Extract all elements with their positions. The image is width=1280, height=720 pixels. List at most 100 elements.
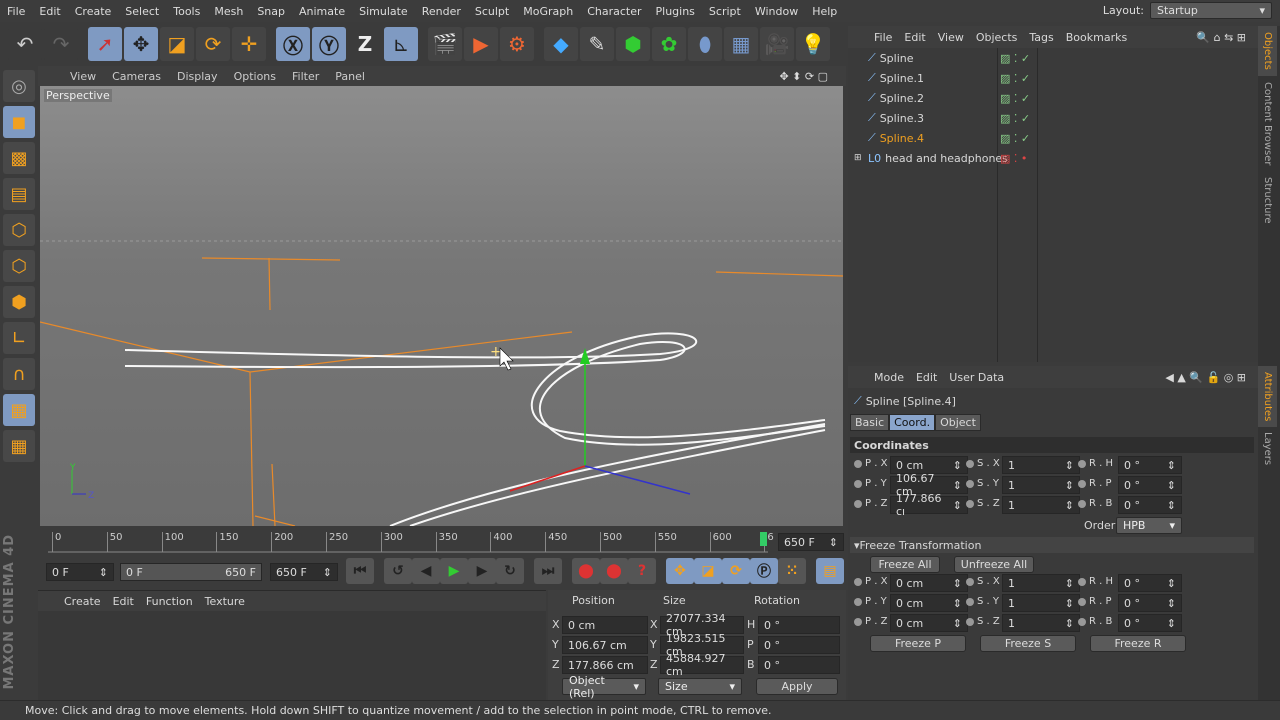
auto-key-icon[interactable]: ⬤ <box>600 558 628 584</box>
viewport-nav-icons[interactable]: ✥ ⬍ ⟳ ▢ <box>771 70 836 83</box>
attr-value-field[interactable]: 1 ⇕ <box>1002 496 1080 514</box>
attr-toolbar-icons[interactable]: ◀ ▲ 🔍 🔓 ◎ ⊞ <box>1159 371 1252 384</box>
snap-magnet-icon[interactable]: ∩ <box>3 358 35 390</box>
expand-icon[interactable]: ⊞ <box>854 153 862 163</box>
timeline-playhead[interactable] <box>760 532 767 546</box>
next-key-icon[interactable]: ↻ <box>496 558 524 584</box>
material-menu-texture[interactable]: Texture <box>199 595 251 608</box>
key-scale-icon[interactable]: ◪ <box>694 558 722 584</box>
animate-dot-icon[interactable] <box>966 459 974 468</box>
redo-icon[interactable]: ↷ <box>44 27 78 61</box>
render-picture-viewer-icon[interactable]: ▶ <box>464 27 498 61</box>
attr-value-field[interactable]: 0 ° ⇕ <box>1118 614 1182 632</box>
attr-value-field[interactable]: 0 ° ⇕ <box>1118 456 1182 474</box>
current-frame-field[interactable]: 0 F ⇕ <box>46 563 114 581</box>
key-pla-icon[interactable]: ⁙ <box>778 558 806 584</box>
freeze-section[interactable]: ▾ Freeze Transformation <box>850 537 1254 553</box>
freeze-s-button[interactable]: Freeze S <box>980 635 1076 652</box>
object-row[interactable]: ⟋ Spline.3 ▨ ⁚ ✓ <box>848 108 1258 128</box>
move-icon[interactable]: ✥ <box>124 27 158 61</box>
animate-dot-icon[interactable] <box>1078 479 1086 488</box>
animate-dot-icon[interactable] <box>966 617 974 626</box>
menu-mograph[interactable]: MoGraph <box>516 5 580 18</box>
points-mode-icon[interactable]: ⬡ <box>3 214 35 246</box>
animate-dot-icon[interactable] <box>854 597 862 606</box>
material-menu-function[interactable]: Function <box>140 595 199 608</box>
position-field[interactable]: 0 cm <box>562 616 648 634</box>
polygons-mode-icon[interactable]: ⬢ <box>3 286 35 318</box>
make-editable-icon[interactable]: ◎ <box>3 70 35 102</box>
animate-dot-icon[interactable] <box>966 577 974 586</box>
model-mode-icon[interactable]: ◼ <box>3 106 35 138</box>
menu-snap[interactable]: Snap <box>250 5 292 18</box>
viewport-menu-cameras[interactable]: Cameras <box>104 70 169 83</box>
menu-select[interactable]: Select <box>118 5 166 18</box>
side-tab-attributes[interactable]: Attributes <box>1258 366 1277 428</box>
goto-start-icon[interactable]: ⏮ <box>346 558 374 584</box>
y-axis-icon[interactable]: Ⓨ <box>312 27 346 61</box>
timeline-window-icon[interactable]: ▤ <box>816 558 844 584</box>
om-menu-bookmarks[interactable]: Bookmarks <box>1060 31 1133 44</box>
side-tab-layers[interactable]: Layers <box>1258 426 1277 471</box>
next-frame-icon[interactable]: ▶ <box>468 558 496 584</box>
pen-spline-icon[interactable]: ✎ <box>580 27 614 61</box>
menu-mesh[interactable]: Mesh <box>207 5 250 18</box>
x-axis-icon[interactable]: Ⓧ <box>276 27 310 61</box>
animate-dot-icon[interactable] <box>1078 499 1086 508</box>
cloner-icon[interactable]: ✿ <box>652 27 686 61</box>
animate-dot-icon[interactable] <box>966 597 974 606</box>
visibility-toggles[interactable]: ▨ ⁚ ✓ <box>1000 52 1030 65</box>
freeze-p-button[interactable]: Freeze P <box>870 635 966 652</box>
menu-render[interactable]: Render <box>415 5 468 18</box>
menu-character[interactable]: Character <box>580 5 648 18</box>
side-tab-content-browser[interactable]: Content Browser <box>1258 76 1277 171</box>
prev-key-icon[interactable]: ↺ <box>384 558 412 584</box>
tab-object[interactable]: Object <box>935 414 981 431</box>
attr-value-field[interactable]: 177.866 cı ⇕ <box>890 492 968 518</box>
viewport-menu-display[interactable]: Display <box>169 70 226 83</box>
object-row[interactable]: ⟋ Spline ▨ ⁚ ✓ <box>848 48 1258 68</box>
axis-mode-icon[interactable]: ∟ <box>3 322 35 354</box>
subdivision-icon[interactable]: ⬢ <box>616 27 650 61</box>
animate-dot-icon[interactable] <box>1078 597 1086 606</box>
om-menu-edit[interactable]: Edit <box>898 31 931 44</box>
max-frame-field[interactable]: 650 F ⇕ <box>270 563 338 581</box>
visibility-toggles[interactable]: ▨ ⁚ ✓ <box>1000 112 1030 125</box>
attr-value-field[interactable]: 0 cm ⇕ <box>890 614 968 632</box>
viewport-menu-panel[interactable]: Panel <box>327 70 373 83</box>
attr-menu-mode[interactable]: Mode <box>868 371 910 384</box>
goto-end-icon[interactable]: ⏭ <box>534 558 562 584</box>
om-menu-view[interactable]: View <box>932 31 970 44</box>
menu-sculpt[interactable]: Sculpt <box>468 5 516 18</box>
position-field[interactable]: 106.67 cm <box>562 636 648 654</box>
frame-range-slider[interactable]: 0 F 650 F <box>120 563 262 581</box>
keyframe-selection-icon[interactable]: ? <box>628 558 656 584</box>
menu-animate[interactable]: Animate <box>292 5 352 18</box>
om-menu-file[interactable]: File <box>868 31 898 44</box>
attr-menu-edit[interactable]: Edit <box>910 371 943 384</box>
render-view-icon[interactable]: 🎬 <box>428 27 462 61</box>
animate-dot-icon[interactable] <box>1078 577 1086 586</box>
menu-simulate[interactable]: Simulate <box>352 5 415 18</box>
rotation-field[interactable]: 0 ° <box>758 616 840 634</box>
menu-tools[interactable]: Tools <box>166 5 207 18</box>
attr-value-field[interactable]: 0 ° ⇕ <box>1118 594 1182 612</box>
tab-basic[interactable]: Basic <box>850 414 890 431</box>
layout-select[interactable]: Startup ▾ <box>1150 2 1272 19</box>
tab-coord[interactable]: Coord. <box>889 414 936 431</box>
visibility-toggles[interactable]: ▨ ⁚ ✓ <box>1000 132 1030 145</box>
rotation-field[interactable]: 0 ° <box>758 656 840 674</box>
size-mode-select[interactable]: Size ▾ <box>658 678 742 695</box>
attr-value-field[interactable]: 1 ⇕ <box>1002 476 1080 494</box>
animate-dot-icon[interactable] <box>854 577 862 586</box>
attr-value-field[interactable]: 0 ° ⇕ <box>1118 574 1182 592</box>
material-menu-edit[interactable]: Edit <box>107 595 140 608</box>
texture-mode-icon[interactable]: ▩ <box>3 142 35 174</box>
key-rotation-icon[interactable]: ⟳ <box>722 558 750 584</box>
timeline-end-field[interactable]: 650 F ⇕ <box>778 533 844 551</box>
locked-workplane-icon[interactable]: ▦ <box>3 430 35 462</box>
attr-value-field[interactable]: 1 ⇕ <box>1002 574 1080 592</box>
menu-create[interactable]: Create <box>68 5 119 18</box>
menu-window[interactable]: Window <box>748 5 805 18</box>
side-tab-objects[interactable]: Objects <box>1258 26 1277 76</box>
